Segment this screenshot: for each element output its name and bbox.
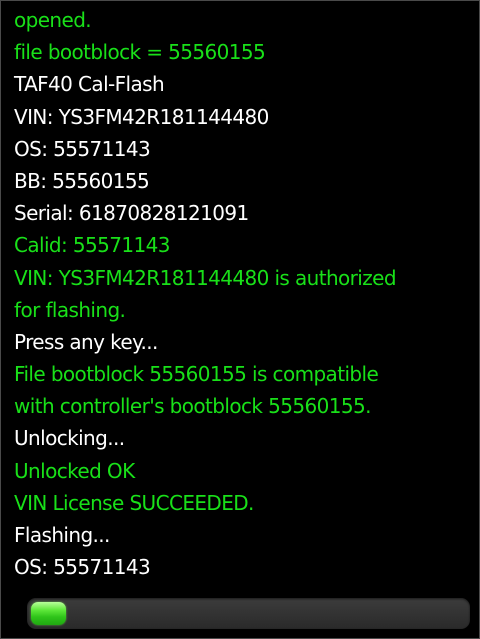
log-line: Unlocked OK xyxy=(14,458,135,483)
log-line: File bootblock 55560155 is compatible xyxy=(14,362,379,387)
log-line: file bootblock = 55560155 xyxy=(14,40,266,65)
log-line: OS: 55571143 xyxy=(14,555,151,580)
log-line: Press any key... xyxy=(14,329,158,354)
log-line: VIN: YS3FM42R181144480 xyxy=(14,104,269,129)
log-line: OS: 55571143 xyxy=(14,136,151,161)
log-line: with controller's bootblock 55560155. xyxy=(14,394,371,419)
flash-progress-fill xyxy=(31,602,66,625)
log-line: VIN: YS3FM42R181144480 is authorized xyxy=(14,265,397,290)
log-line: Flashing... xyxy=(14,523,110,547)
log-line: Unlocking... xyxy=(14,426,125,451)
log-line: VIN License SUCCEEDED. xyxy=(14,490,254,515)
log-line: opened. xyxy=(14,8,92,32)
log-line: TAF40 Cal-Flash xyxy=(14,72,165,97)
log-line: for flashing. xyxy=(14,297,126,322)
flash-console-window: opened. file bootblock = 55560155 TAF40 … xyxy=(0,0,480,639)
flash-progress-bar xyxy=(27,598,470,629)
console-log: opened. file bootblock = 55560155 TAF40 … xyxy=(14,4,474,583)
log-line: BB: 55560155 xyxy=(14,168,150,193)
log-line: Serial: 61870828121091 xyxy=(14,201,249,226)
log-line: Calid: 55571143 xyxy=(14,233,171,258)
